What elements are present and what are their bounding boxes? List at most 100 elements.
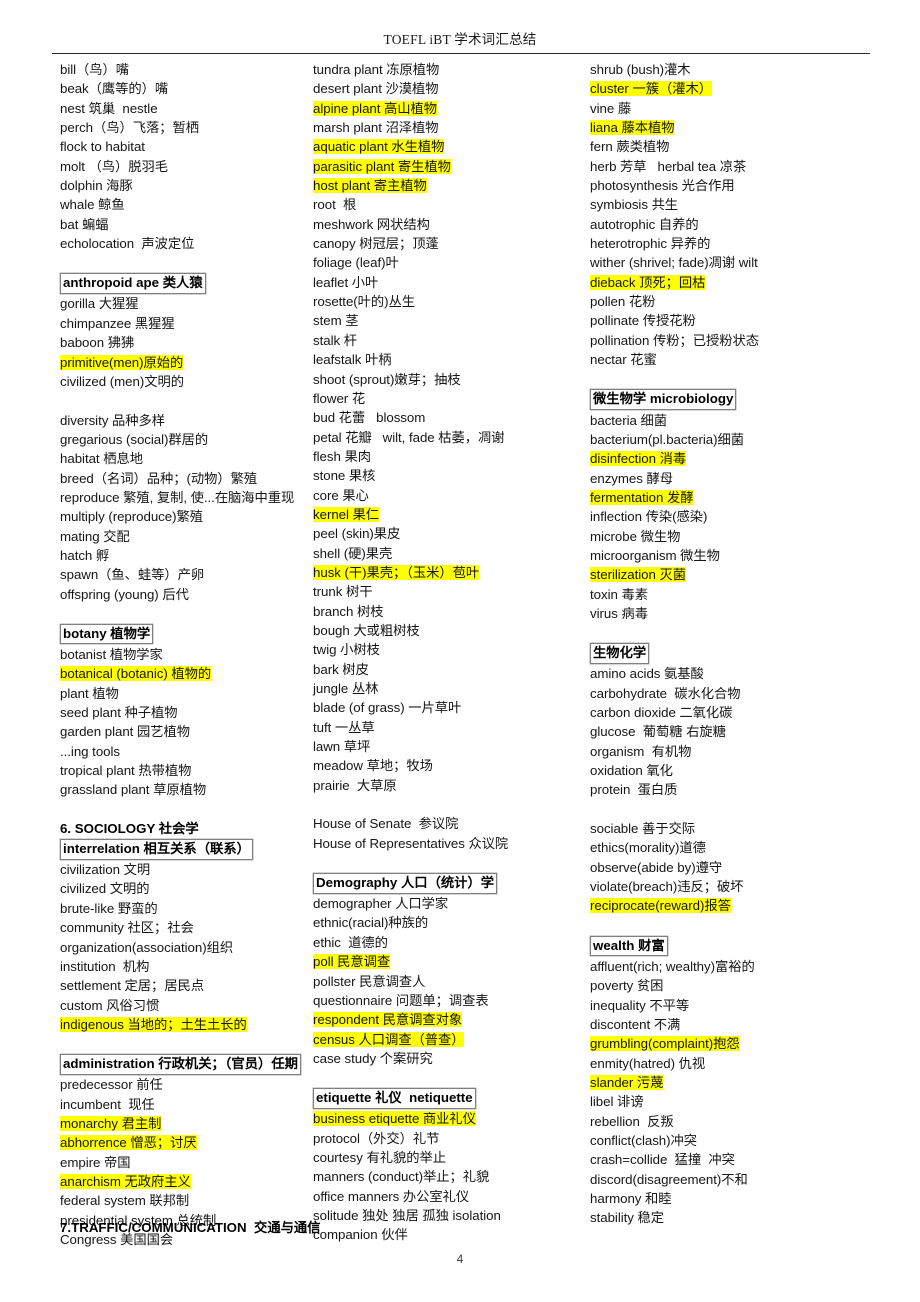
document-page: TOEFL iBT 学术词汇总结 bill（鸟）嘴 beak（鹰等的）嘴 nest …	[0, 0, 920, 1302]
highlighted-text: slander 污蔑	[590, 1074, 664, 1090]
entry-text: civilization 文明	[60, 862, 151, 878]
entry-text: autotrophic 自养的	[590, 216, 699, 232]
vocabulary-entry: flower 花	[313, 389, 582, 408]
boxed-heading: Demography 人口（统计）学	[313, 873, 498, 894]
entry-text: ethics(morality)道德	[590, 840, 706, 856]
entry-text: glucose 葡萄糖 右旋糖	[590, 724, 726, 740]
vocabulary-entry: tundra plant 冻原植物	[313, 60, 582, 79]
vocabulary-entry: heterotrophic 异养的	[590, 234, 920, 253]
entry-text: brute-like 野蛮的	[60, 900, 158, 916]
entry-text: fern 蕨类植物	[590, 139, 670, 155]
vocabulary-entry: pollinate 传授花粉	[590, 311, 920, 330]
highlighted-text: aquatic plant 水生植物	[313, 139, 445, 155]
vocabulary-entry: core 果心	[313, 486, 582, 505]
boxed-heading-row: Demography 人口（统计）学	[313, 872, 582, 894]
vocabulary-entry: fermentation 发酵	[590, 488, 920, 507]
vocabulary-entry: civilization 文明	[60, 860, 305, 879]
vocabulary-entry: ethnic(racial)种族的	[313, 913, 582, 932]
entry-text: vine 藤	[590, 100, 632, 116]
entry-text: courtesy 有礼貌的举止	[313, 1149, 446, 1165]
vocabulary-entry: lawn 草坪	[313, 737, 582, 756]
vocabulary-entry: discord(disagreement)不和	[590, 1170, 920, 1189]
entry-text: grassland plant 草原植物	[60, 782, 207, 798]
page-number: 4	[456, 1252, 464, 1266]
entry-text: microbe 微生物	[590, 528, 681, 544]
entry-text: whale 鲸鱼	[60, 197, 125, 213]
entry-text: enmity(hatred) 仇视	[590, 1055, 706, 1071]
vocabulary-entry: bacterium(pl.bacteria)细菌	[590, 430, 920, 449]
boxed-heading: wealth 财富	[590, 935, 668, 957]
entry-text: plant 植物	[60, 685, 119, 701]
vocabulary-entry: breed（名词）品种；(动物）繁殖	[60, 469, 305, 488]
vocabulary-entry: microorganism 微生物	[590, 546, 920, 565]
vocabulary-entry: whale 鲸鱼	[60, 195, 305, 214]
vocabulary-entry: primitive(men)原始的	[60, 353, 305, 372]
entry-text: civilized (men)文明的	[60, 373, 184, 389]
entry-text: toxin 毒素	[590, 586, 648, 602]
vocabulary-entry: molt （鸟）脱羽毛	[60, 157, 305, 176]
entry-text: predecessor 前任	[60, 1077, 163, 1093]
entry-text: affluent(rich; wealthy)富裕的	[590, 958, 755, 974]
vocabulary-entry: slander 污蔑	[590, 1073, 920, 1092]
vocabulary-entry: canopy 树冠层；顶蓬	[313, 234, 582, 253]
vocabulary-entry: spawn（鱼、蛙等）产卵	[60, 565, 305, 584]
highlighted-text: cluster 一簇（灌木）	[590, 81, 712, 97]
boxed-heading: 生物化学	[590, 643, 650, 664]
vocabulary-entry: questionnaire 问题单；调查表	[313, 991, 582, 1010]
entry-text: case study 个案研究	[313, 1050, 433, 1066]
boxed-heading-row: wealth 财富	[590, 935, 920, 957]
entry-text: desert plant 沙漠植物	[313, 81, 439, 97]
vocabulary-entry: harmony 和睦	[590, 1189, 920, 1208]
vocabulary-entry: ...ing tools	[60, 742, 305, 761]
vocabulary-entry: inflection 传染(感染)	[590, 507, 920, 526]
vocabulary-entry: oxidation 氧化	[590, 761, 920, 780]
boxed-heading-row: anthropoid ape 类人猿	[60, 273, 305, 295]
entry-text: bill（鸟）嘴	[60, 62, 130, 77]
vocabulary-entry: seed plant 种子植物	[60, 703, 305, 722]
vocabulary-entry: observe(abide by)遵守	[590, 858, 920, 877]
vocabulary-entry: bough 大或粗树枝	[313, 621, 582, 640]
vocabulary-entry: protein 蛋白质	[590, 780, 920, 799]
entry-text: prairie 大草原	[313, 777, 397, 793]
entry-text: bacterium(pl.bacteria)细菌	[590, 431, 744, 447]
entry-text: violate(breach)违反；破坏	[590, 879, 744, 895]
column-middle: tundra plant 冻原植物 desert plant 沙漠植物 alpine…	[305, 60, 582, 1245]
boxed-heading-row: administration 行政机关；（官员）任期	[60, 1054, 305, 1076]
vocabulary-entry: chimpanzee 黑猩猩	[60, 314, 305, 333]
entry-text: bough 大或粗树枝	[313, 622, 420, 638]
entry-text: inflection 传染(感染)	[590, 509, 708, 525]
vocabulary-entry: pollster 民意调查人	[313, 972, 582, 991]
vocabulary-entry: wither (shrivel; fade)凋谢 wilt	[590, 253, 920, 272]
vocabulary-entry: rebellion 反叛	[590, 1112, 920, 1131]
highlighted-text: disinfection 消毒	[590, 451, 687, 467]
vocabulary-entry: affluent(rich; wealthy)富裕的	[590, 957, 920, 976]
entry-text: gregarious (social)群居的	[60, 431, 209, 447]
entry-text: root 根	[313, 197, 357, 213]
entry-text: nectar 花蜜	[590, 352, 657, 368]
entry-text: multiply (reproduce)繁殖	[60, 509, 203, 525]
vocabulary-entry: carbohydrate 碳水化合物	[590, 684, 920, 703]
vocabulary-entry: multiply (reproduce)繁殖	[60, 507, 305, 526]
vocabulary-entry: photosynthesis 光合作用	[590, 176, 920, 195]
entry-text: office manners 办公室礼仪	[313, 1188, 470, 1204]
entry-text: demographer 人口学家	[313, 896, 449, 912]
vocabulary-entry: bill（鸟）嘴	[60, 60, 305, 79]
vocabulary-entry: blade (of grass) 一片草叶	[313, 698, 582, 717]
vocabulary-entry: twig 小树枝	[313, 640, 582, 659]
vocabulary-entry: rosette(叶的)丛生	[313, 292, 582, 311]
column-right: shrub (bush)灌木 cluster 一簇（灌木） vine 藤 liana …	[582, 60, 920, 1228]
vocabulary-entry: sterilization 灭菌	[590, 565, 920, 584]
entry-text: breed（名词）品种；(动物）繁殖	[60, 470, 258, 486]
entry-text: carbohydrate 碳水化合物	[590, 685, 741, 701]
vocabulary-entry: stem 茎	[313, 311, 582, 330]
highlighted-text: grumbling(complaint)抱怨	[590, 1036, 740, 1052]
entry-text: inequality 不平等	[590, 997, 690, 1013]
boxed-heading: botany 植物学	[60, 623, 154, 645]
boxed-heading: anthropoid ape 类人猿	[60, 273, 206, 294]
vocabulary-entry: jungle 丛林	[313, 679, 582, 698]
